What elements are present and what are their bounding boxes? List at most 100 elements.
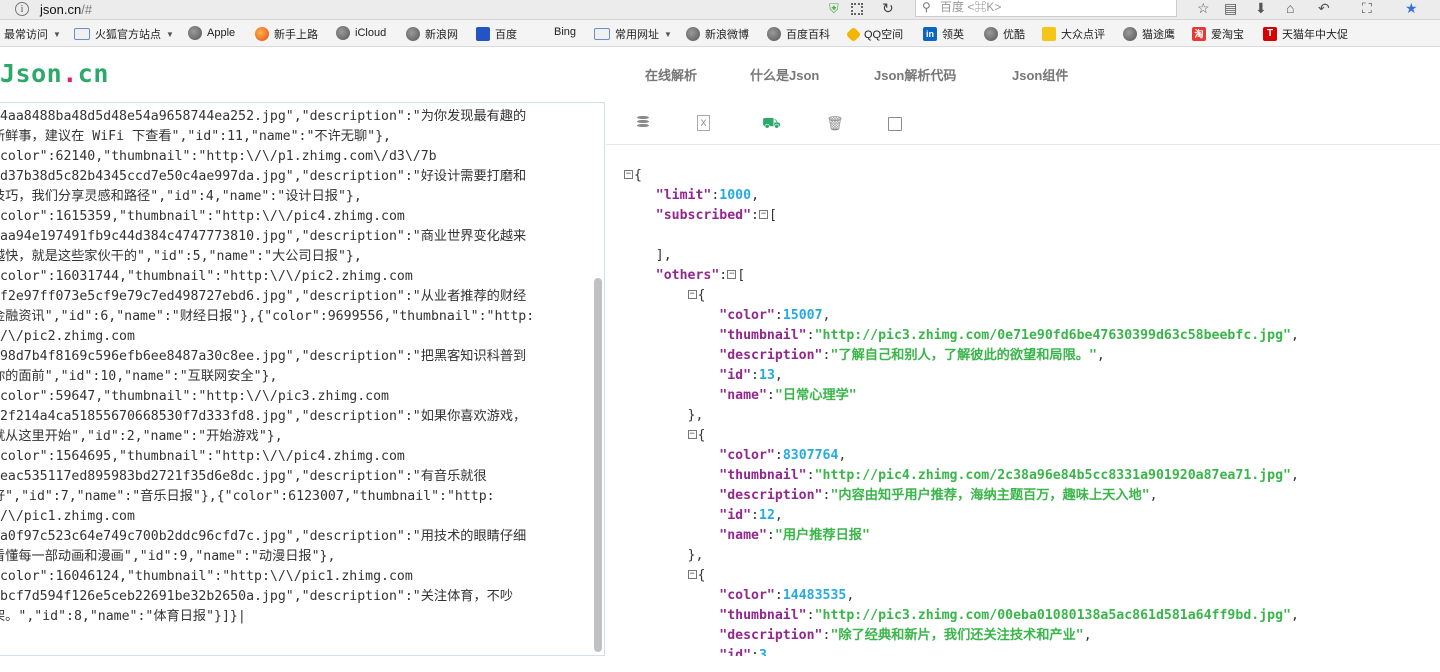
editor-line: 新鲜事，建议在 WiFi 下查看","id":11,"name":"不许无聊"}… (0, 129, 391, 144)
bookmark-icloud[interactable]: iCloud (336, 26, 386, 40)
nav-json-components[interactable]: Json组件 (1012, 65, 1068, 84)
download-icon[interactable]: ⬇ (1255, 0, 1267, 17)
editor-line: "color":59647,"thumbnail":"http:\/\/pic3… (0, 389, 389, 404)
bookmark-most-visited[interactable]: 最常访问 ▼ (4, 26, 61, 42)
bookmark-star-icon[interactable]: ☆ (1197, 0, 1210, 17)
bookmark-label: 新手上路 (274, 29, 318, 41)
editor-line: /eac535117ed895983bd2721f35d6e8dc.jpg","… (0, 469, 487, 484)
json-number: 15007 (782, 308, 823, 323)
bookmark-dianping[interactable]: 大众点评 (1042, 26, 1105, 42)
bookmark-apple[interactable]: Apple (188, 26, 235, 40)
site-logo[interactable]: Json.cn (0, 59, 109, 88)
json-key: "name" (719, 388, 767, 403)
json-tree: −{ "limit":1000, "subscribed": −[ ], "oth… (624, 166, 1299, 656)
trash-icon[interactable]: 🗑 (826, 115, 844, 131)
collapse-toggle-icon[interactable]: − (687, 289, 697, 299)
globe-icon (984, 27, 998, 41)
nav-online-parse[interactable]: 在线解析 (645, 65, 697, 84)
qr-code-icon[interactable] (851, 3, 863, 15)
nav-what-is-json[interactable]: 什么是Json (750, 65, 819, 84)
editor-line: \/\/pic2.zhimg.com (0, 329, 135, 344)
history-icon[interactable]: ↶ (1318, 0, 1330, 17)
editor-text: /4aa8488ba48d5d48e54a9658744ea252.jpg","… (0, 107, 582, 627)
collapse-toggle-icon[interactable]: − (624, 169, 633, 179)
json-string: "内容由知乎用户推荐，海纳主题百万，趣味上天入地" (830, 488, 1150, 503)
bookmark-getting-started[interactable]: 新手上路 (255, 26, 318, 42)
bookmark-tmall[interactable]: T 天猫年中大促 (1263, 26, 1348, 42)
json-key: "description" (719, 488, 823, 503)
editor-line: /98d7b4f8169c596efb6ee8487a30c8ee.jpg","… (0, 349, 527, 364)
editor-line: 架。","id":8,"name":"体育日报"}]}| (0, 609, 246, 624)
collapse-toggle-icon[interactable]: − (759, 209, 768, 219)
json-string: "日常心理学" (774, 388, 857, 403)
json-key: "name" (719, 528, 767, 543)
bookmark-baike[interactable]: 百度百科 (767, 26, 830, 42)
collapse-toggle-icon[interactable]: − (687, 569, 697, 579)
bookmark-label: 百度 (495, 29, 517, 41)
bookmark-bing[interactable]: Bing (554, 26, 576, 38)
editor-line: "color":62140,"thumbnail":"http:\/\/p1.z… (0, 149, 437, 164)
excel-icon[interactable]: X (697, 115, 710, 131)
json-input-editor[interactable]: /4aa8488ba48d5d48e54a9658744ea252.jpg","… (0, 102, 605, 656)
taobao-icon: 淘 (1192, 27, 1206, 41)
bookmark-label: 猫途鹰 (1142, 29, 1175, 41)
collapse-toggle-icon[interactable]: − (727, 269, 737, 279)
library-icon[interactable]: ▤ (1224, 0, 1237, 17)
folder-icon (74, 28, 90, 40)
globe-icon (686, 27, 700, 41)
json-string: "除了经典和新片，我们还关注技术和产业" (830, 628, 1084, 643)
bookmark-baidu[interactable]: 百度 (476, 26, 517, 42)
extension-icon[interactable]: ★ (1405, 0, 1418, 17)
bookmark-linkedin[interactable]: in 领英 (923, 26, 964, 42)
search-input[interactable]: ⚲ 百度 <⌘K> (915, 0, 1177, 17)
json-key: "limit" (655, 188, 712, 203)
chevron-down-icon: ▼ (166, 29, 174, 39)
json-number: 14483535 (782, 588, 847, 603)
bookmark-youku[interactable]: 优酷 (984, 26, 1025, 42)
bookmark-common-sites[interactable]: 常用网址 ▼ (594, 26, 672, 42)
dianping-icon (1042, 27, 1056, 41)
nav-json-code[interactable]: Json解析代码 (874, 65, 956, 84)
logo-tld: cn (77, 59, 109, 88)
crop-icon[interactable]: ⛶ (1362, 0, 1372, 17)
json-key: "id" (719, 368, 752, 383)
bookmark-sina[interactable]: 新浪网 (406, 26, 458, 42)
site-header: Json.cn 在线解析 什么是Json Json解析代码 Json组件 (0, 47, 1440, 103)
bookmark-label: iCloud (355, 27, 387, 39)
site-info-icon[interactable]: i (15, 2, 29, 16)
home-icon[interactable]: ⌂ (1286, 0, 1294, 16)
bookmark-label: 百度百科 (786, 29, 830, 41)
bookmark-tripadvisor[interactable]: 猫途鹰 (1123, 26, 1175, 42)
json-view-panel: X ⛟ 🗑 −{ "limit":1000, "subscribed": −[ ]… (606, 102, 1440, 656)
editor-line: 就从这里开始","id":2,"name":"开始游戏"}, (0, 429, 283, 444)
editor-line: 看懂每一部动画和漫画","id":9,"name":"动漫日报"}, (0, 549, 336, 564)
json-key: "color" (719, 308, 775, 323)
bookmark-ai-taobao[interactable]: 淘爱淘宝 (1192, 26, 1244, 42)
save-icon[interactable] (888, 117, 902, 131)
bookmark-weibo[interactable]: 新浪微博 (686, 26, 749, 42)
flask-icon[interactable]: ⛟ (762, 115, 781, 132)
bookmark-firefox-sites[interactable]: 火狐官方站点 ▼ (74, 26, 174, 42)
json-number: 3 (759, 648, 767, 656)
shield-icon[interactable]: ⛨ (829, 1, 839, 17)
bookmark-label: 最常访问 (4, 29, 48, 41)
reload-icon[interactable]: ↻ (882, 0, 894, 17)
bookmark-qzone[interactable]: QQ空间 (845, 26, 903, 42)
editor-scrollbar[interactable] (594, 278, 602, 652)
collapse-toggle-icon[interactable]: − (687, 429, 697, 439)
bookmark-label: Apple (207, 27, 236, 39)
view-toolbar: X ⛟ 🗑 (606, 102, 1440, 145)
editor-line: "color":1615359,"thumbnail":"http:\/\/pi… (0, 209, 405, 224)
url-host: json.cn (40, 2, 82, 17)
json-number: 8307764 (782, 448, 839, 463)
chevron-down-icon: ▼ (53, 29, 61, 39)
bookmarks-bar: 最常访问 ▼ 火狐官方站点 ▼ Apple 新手上路 iCloud 新浪网 百度 B… (0, 20, 1440, 47)
json-number: 13 (759, 368, 775, 383)
json-key: "description" (719, 348, 823, 363)
globe-icon (1123, 27, 1137, 41)
url-field[interactable]: json.cn/# (40, 2, 92, 17)
globe-icon (767, 27, 781, 41)
browser-address-bar: i json.cn/# ⛨ ↻ ⚲ 百度 <⌘K> ☆ ▤ ⬇ ⌂ ↶ ⛶ ★ (0, 0, 1440, 20)
qzone-star-icon (845, 26, 862, 42)
database-icon[interactable] (635, 115, 651, 131)
